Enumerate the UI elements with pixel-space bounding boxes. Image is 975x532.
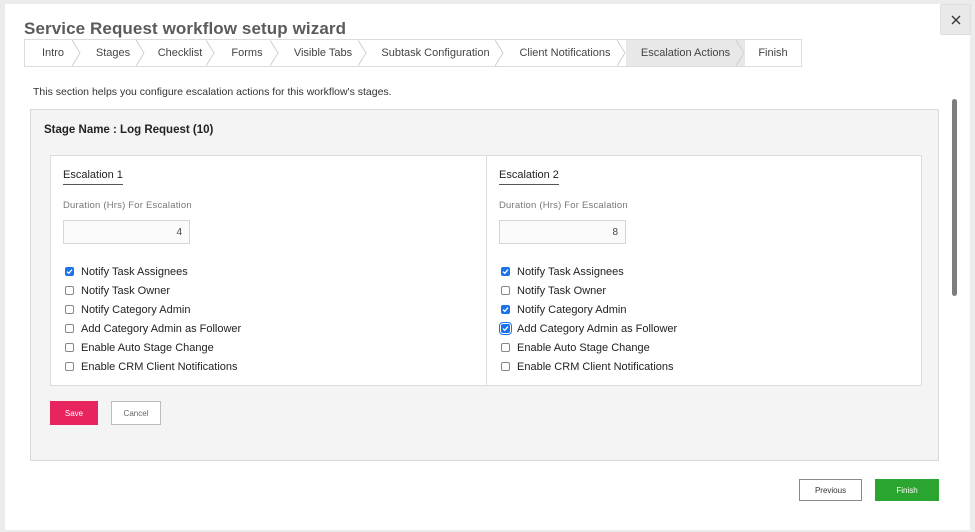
- duration-input[interactable]: [63, 220, 190, 244]
- chevron-right-icon: [206, 40, 215, 66]
- option-label: Enable CRM Client Notifications: [81, 360, 238, 373]
- chevron-right-icon: [358, 40, 367, 66]
- option-label: Notify Category Admin: [517, 303, 627, 316]
- step-label: Finish: [758, 47, 788, 59]
- chevron-right-icon: [72, 40, 81, 66]
- stage-panel: Stage Name : Log Request (10) Escalation…: [30, 109, 939, 461]
- escalation-options: Notify Task Assignees Notify Task Owner …: [65, 262, 241, 376]
- step-label: Visible Tabs: [293, 47, 353, 59]
- option-label: Enable Auto Stage Change: [81, 341, 214, 354]
- chevron-right-icon: [736, 40, 745, 66]
- finish-button[interactable]: Finish: [875, 479, 939, 501]
- option-label: Add Category Admin as Follower: [81, 322, 242, 335]
- scrollbar-thumb[interactable]: [952, 99, 957, 296]
- step-intro[interactable]: Intro: [25, 40, 81, 66]
- escalation-heading: Escalation 1: [63, 169, 123, 185]
- step-client-notifications[interactable]: Client Notifications: [504, 40, 626, 66]
- step-stages[interactable]: Stages: [81, 40, 145, 66]
- checkbox[interactable]: [501, 286, 510, 295]
- escalations-container: Escalation 1 Duration (Hrs) For Escalati…: [50, 155, 922, 386]
- option-notify-task-owner[interactable]: Notify Task Owner: [65, 281, 241, 300]
- duration-label: Duration (Hrs) For Escalation: [499, 200, 628, 211]
- option-label: Notify Category Admin: [81, 303, 191, 316]
- checkbox[interactable]: [65, 362, 74, 371]
- chevron-right-icon: [495, 40, 504, 66]
- checkbox[interactable]: [65, 305, 74, 314]
- wizard-steps: Intro Stages Checklist Forms Visible Tab…: [24, 39, 802, 67]
- escalation-2: Escalation 2 Duration (Hrs) For Escalati…: [486, 156, 921, 385]
- step-finish[interactable]: Finish: [745, 40, 801, 66]
- option-enable-auto-stage-change[interactable]: Enable Auto Stage Change: [501, 338, 677, 357]
- option-label: Add Category Admin as Follower: [517, 322, 678, 335]
- checkbox[interactable]: [499, 322, 512, 335]
- escalation-1: Escalation 1 Duration (Hrs) For Escalati…: [51, 156, 486, 385]
- cancel-button[interactable]: Cancel: [111, 401, 161, 425]
- step-label: Stages: [95, 47, 131, 59]
- step-label: Subtask Configuration: [381, 47, 490, 59]
- step-subtask-configuration[interactable]: Subtask Configuration: [367, 40, 504, 66]
- option-add-category-admin-follower[interactable]: Add Category Admin as Follower: [65, 319, 241, 338]
- option-label: Notify Task Owner: [517, 284, 607, 297]
- step-escalation-actions[interactable]: Escalation Actions: [626, 40, 745, 66]
- stage-name: Stage Name : Log Request (10): [44, 124, 214, 136]
- previous-button[interactable]: Previous: [799, 479, 862, 501]
- step-label: Escalation Actions: [640, 47, 731, 59]
- checkbox[interactable]: [501, 362, 510, 371]
- checkbox[interactable]: [65, 324, 74, 333]
- option-label: Enable CRM Client Notifications: [517, 360, 674, 373]
- step-checklist[interactable]: Checklist: [145, 40, 215, 66]
- option-notify-category-admin[interactable]: Notify Category Admin: [65, 300, 241, 319]
- section-description: This section helps you configure escalat…: [33, 86, 392, 98]
- option-enable-crm-client-notifications[interactable]: Enable CRM Client Notifications: [65, 357, 241, 376]
- option-notify-task-owner[interactable]: Notify Task Owner: [501, 281, 677, 300]
- duration-label: Duration (Hrs) For Escalation: [63, 200, 192, 211]
- step-label: Forms: [231, 47, 263, 59]
- option-label: Notify Task Assignees: [517, 265, 624, 278]
- save-button[interactable]: Save: [50, 401, 98, 425]
- chevron-right-icon: [270, 40, 279, 66]
- option-enable-crm-client-notifications[interactable]: Enable CRM Client Notifications: [501, 357, 677, 376]
- chevron-right-icon: [136, 40, 145, 66]
- option-notify-task-assignees[interactable]: Notify Task Assignees: [501, 262, 677, 281]
- option-enable-auto-stage-change[interactable]: Enable Auto Stage Change: [65, 338, 241, 357]
- step-visible-tabs[interactable]: Visible Tabs: [279, 40, 367, 66]
- checkbox[interactable]: [501, 305, 510, 314]
- option-label: Notify Task Owner: [81, 284, 171, 297]
- step-label: Client Notifications: [519, 47, 611, 59]
- escalation-heading: Escalation 2: [499, 169, 559, 185]
- checkbox[interactable]: [65, 343, 74, 352]
- checkbox[interactable]: [501, 343, 510, 352]
- option-label: Notify Task Assignees: [81, 265, 188, 278]
- wizard-title: Service Request workflow setup wizard: [24, 19, 347, 38]
- chevron-right-icon: [617, 40, 626, 66]
- close-icon: [951, 15, 960, 24]
- close-button[interactable]: [940, 4, 971, 35]
- option-notify-task-assignees[interactable]: Notify Task Assignees: [65, 262, 241, 281]
- option-notify-category-admin[interactable]: Notify Category Admin: [501, 300, 677, 319]
- checkbox[interactable]: [65, 267, 74, 276]
- option-add-category-admin-follower[interactable]: Add Category Admin as Follower: [499, 319, 678, 338]
- checkbox[interactable]: [501, 267, 510, 276]
- option-label: Enable Auto Stage Change: [517, 341, 650, 354]
- step-label: Intro: [41, 47, 64, 59]
- checkbox[interactable]: [65, 286, 74, 295]
- duration-input[interactable]: [499, 220, 626, 244]
- step-forms[interactable]: Forms: [215, 40, 279, 66]
- escalation-options: Notify Task Assignees Notify Task Owner …: [499, 262, 678, 376]
- step-label: Checklist: [157, 47, 203, 59]
